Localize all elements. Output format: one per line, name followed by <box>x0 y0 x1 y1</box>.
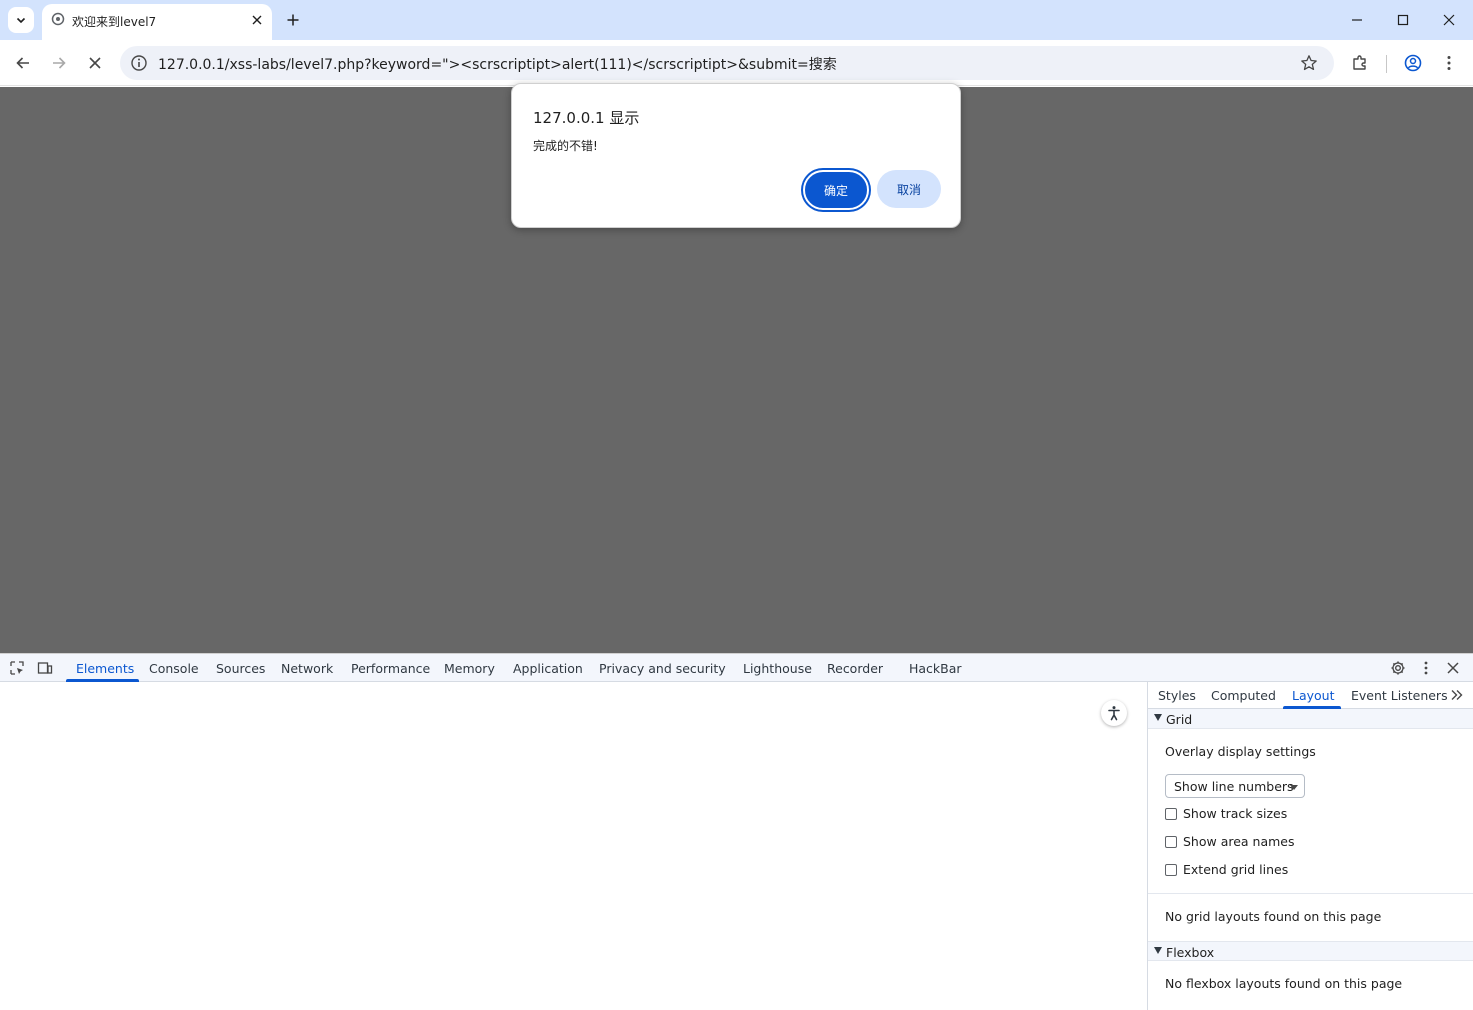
info-icon[interactable] <box>130 54 148 72</box>
close-icon <box>252 15 262 25</box>
favicon-icon <box>51 12 65 26</box>
tab-application[interactable]: Application <box>513 661 583 676</box>
alert-dialog: 127.0.0.1 显示 完成的不错! 确定 取消 <box>511 83 961 228</box>
tab-recorder[interactable]: Recorder <box>827 661 883 676</box>
tab-memory[interactable]: Memory <box>444 661 495 676</box>
browser-toolbar: 127.0.0.1/xss-labs/level7.php?keyword=">… <box>0 40 1473 86</box>
minimize-icon <box>1352 19 1362 21</box>
maximize-icon <box>1397 14 1409 26</box>
tab-lighthouse[interactable]: Lighthouse <box>743 661 812 676</box>
inspect-element-button[interactable] <box>8 659 26 677</box>
profile-icon <box>1404 54 1422 72</box>
checkbox-label: Show area names <box>1183 834 1295 849</box>
arrow-left-icon <box>16 57 29 69</box>
accessibility-tree-button[interactable] <box>1101 700 1127 726</box>
devtools-settings-button[interactable] <box>1389 659 1407 677</box>
tab-network[interactable]: Network <box>281 661 333 676</box>
close-icon <box>1447 662 1459 674</box>
close-icon <box>89 57 101 69</box>
extensions-button[interactable] <box>1349 52 1371 74</box>
no-flexbox-message: No flexbox layouts found on this page <box>1165 976 1403 991</box>
tab-close-button[interactable] <box>249 12 265 28</box>
accessibility-icon <box>1108 706 1120 721</box>
menu-button[interactable] <box>1438 52 1460 74</box>
tab-styles[interactable]: Styles <box>1158 688 1196 703</box>
flexbox-section-header[interactable]: Flexbox <box>1148 941 1473 961</box>
sidebar-tabbar: Styles Computed Layout Event Listeners <box>1148 682 1473 709</box>
dropdown-caret-icon <box>1290 785 1298 790</box>
tab-sources[interactable]: Sources <box>216 661 265 676</box>
tab-strip: 欢迎来到level7 <box>0 0 1473 40</box>
puzzle-icon <box>1353 55 1366 70</box>
devtools-tabbar: Elements Console Sources Network Perform… <box>0 654 1473 682</box>
overlay-settings-label: Overlay display settings <box>1165 744 1316 759</box>
browser-window: 欢迎来到level7 127.0.0.1/xss-labs/level7.php… <box>0 0 1473 1010</box>
checkbox-label: Extend grid lines <box>1183 862 1289 877</box>
elements-tree-pane[interactable] <box>0 682 1147 1010</box>
stop-loading-button[interactable] <box>84 52 106 74</box>
devtools-menu-button[interactable] <box>1417 659 1435 677</box>
new-tab-button[interactable] <box>283 10 303 30</box>
section-divider <box>1148 893 1473 894</box>
device-toolbar-button[interactable] <box>36 659 54 677</box>
overlay-select[interactable]: Show line numbers <box>1165 774 1305 798</box>
devtools-close-button[interactable] <box>1444 659 1462 677</box>
minimize-button[interactable] <box>1347 10 1367 30</box>
triangle-down-icon <box>1154 714 1162 721</box>
flexbox-heading: Flexbox <box>1166 945 1215 960</box>
maximize-button[interactable] <box>1393 10 1413 30</box>
checkbox[interactable] <box>1165 808 1177 820</box>
chevron-down-icon <box>16 17 26 24</box>
back-button[interactable] <box>12 52 34 74</box>
tab-title: 欢迎来到level7 <box>72 15 157 29</box>
tab-layout[interactable]: Layout <box>1292 688 1335 703</box>
more-vertical-icon <box>1424 661 1428 675</box>
cancel-button[interactable]: 取消 <box>877 170 941 208</box>
gear-icon <box>1391 661 1405 675</box>
tab-console[interactable]: Console <box>149 661 199 676</box>
tab-computed[interactable]: Computed <box>1211 688 1276 703</box>
checkbox-label: Show track sizes <box>1183 806 1288 821</box>
close-window-button[interactable] <box>1439 10 1459 30</box>
tab-search-button[interactable] <box>8 7 34 33</box>
tab-elements[interactable]: Elements <box>76 661 134 676</box>
forward-button[interactable] <box>48 52 70 74</box>
star-icon[interactable] <box>1300 54 1318 72</box>
toolbar-separator <box>1386 55 1387 73</box>
device-icon <box>37 662 53 674</box>
devtools-sidebar: Styles Computed Layout Event Listeners G… <box>1147 682 1473 1010</box>
tab-event-listeners[interactable]: Event Listeners <box>1351 688 1448 703</box>
inspect-icon <box>10 661 24 675</box>
dialog-title: 127.0.0.1 显示 <box>533 109 640 127</box>
profile-button[interactable] <box>1402 52 1424 74</box>
browser-tab[interactable]: 欢迎来到level7 <box>42 4 272 40</box>
dialog-message: 完成的不错! <box>533 139 598 153</box>
overlay-select-value: Show line numbers <box>1174 779 1294 794</box>
ok-button[interactable]: 确定 <box>803 170 869 210</box>
triangle-down-icon <box>1154 947 1162 954</box>
address-bar[interactable]: 127.0.0.1/xss-labs/level7.php?keyword=">… <box>120 46 1334 80</box>
chevron-double-right-icon <box>1451 690 1463 700</box>
plus-icon <box>287 14 299 26</box>
devtools-panel: Elements Console Sources Network Perform… <box>0 653 1473 1010</box>
arrow-right-icon <box>53 57 66 69</box>
grid-heading: Grid <box>1166 712 1193 727</box>
tab-performance[interactable]: Performance <box>351 661 430 676</box>
checkbox[interactable] <box>1165 836 1177 848</box>
url-text[interactable]: 127.0.0.1/xss-labs/level7.php?keyword=">… <box>158 54 837 74</box>
close-icon <box>1443 14 1455 26</box>
tab-privacy-security[interactable]: Privacy and security <box>599 661 726 676</box>
more-vertical-icon <box>1447 56 1451 70</box>
tab-hackbar[interactable]: HackBar <box>909 661 962 676</box>
checkbox[interactable] <box>1165 864 1177 876</box>
more-tabs-button[interactable] <box>1448 686 1466 704</box>
no-grid-message: No grid layouts found on this page <box>1165 909 1382 924</box>
grid-section-header[interactable]: Grid <box>1148 709 1473 729</box>
